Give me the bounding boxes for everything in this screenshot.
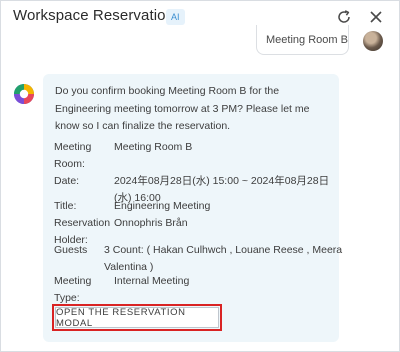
- type-value: Internal Meeting: [114, 275, 190, 287]
- ai-badge: AI: [166, 9, 185, 25]
- user-message-text: Meeting Room B: [266, 34, 348, 46]
- page-title: Workspace Reservation: [13, 7, 175, 24]
- reservation-panel: Workspace Reservation AI Meeting Room B …: [0, 0, 400, 352]
- guests-label: Guests: [54, 244, 88, 256]
- room-label-cont: Room:: [54, 158, 85, 170]
- title-value: Engineering Meeting: [114, 200, 211, 212]
- holder-value: Onnophris Brån: [114, 217, 188, 229]
- close-button[interactable]: [366, 7, 386, 27]
- avatar: [363, 31, 383, 51]
- date-label: Date:: [54, 175, 80, 187]
- room-label: Meeting: [54, 141, 92, 153]
- open-reservation-modal-button[interactable]: OPEN THE RESERVATION MODAL: [55, 307, 219, 329]
- date-value: 2024年08月28日(水) 15:00 ~ 2024年08月28日: [114, 175, 330, 187]
- room-value: Meeting Room B: [114, 141, 193, 153]
- type-label-cont: Type:: [54, 292, 80, 304]
- holder-label: Reservation: [54, 217, 111, 229]
- close-icon: [370, 11, 382, 23]
- guests-value: 3 Count: ( Hakan Culhwch , Louane Reese …: [104, 244, 343, 256]
- type-label: Meeting: [54, 275, 92, 287]
- title-label: Title:: [54, 200, 77, 212]
- assistant-message-bubble: Do you confirm booking Meeting Room B fo…: [43, 74, 343, 342]
- assistant-logo-icon: [14, 84, 34, 104]
- user-message-bubble: Meeting Room B: [256, 25, 349, 55]
- refresh-button[interactable]: [334, 7, 354, 27]
- refresh-icon: [338, 10, 350, 23]
- assistant-intro-text: Do you confirm booking Meeting Room B fo…: [55, 85, 310, 132]
